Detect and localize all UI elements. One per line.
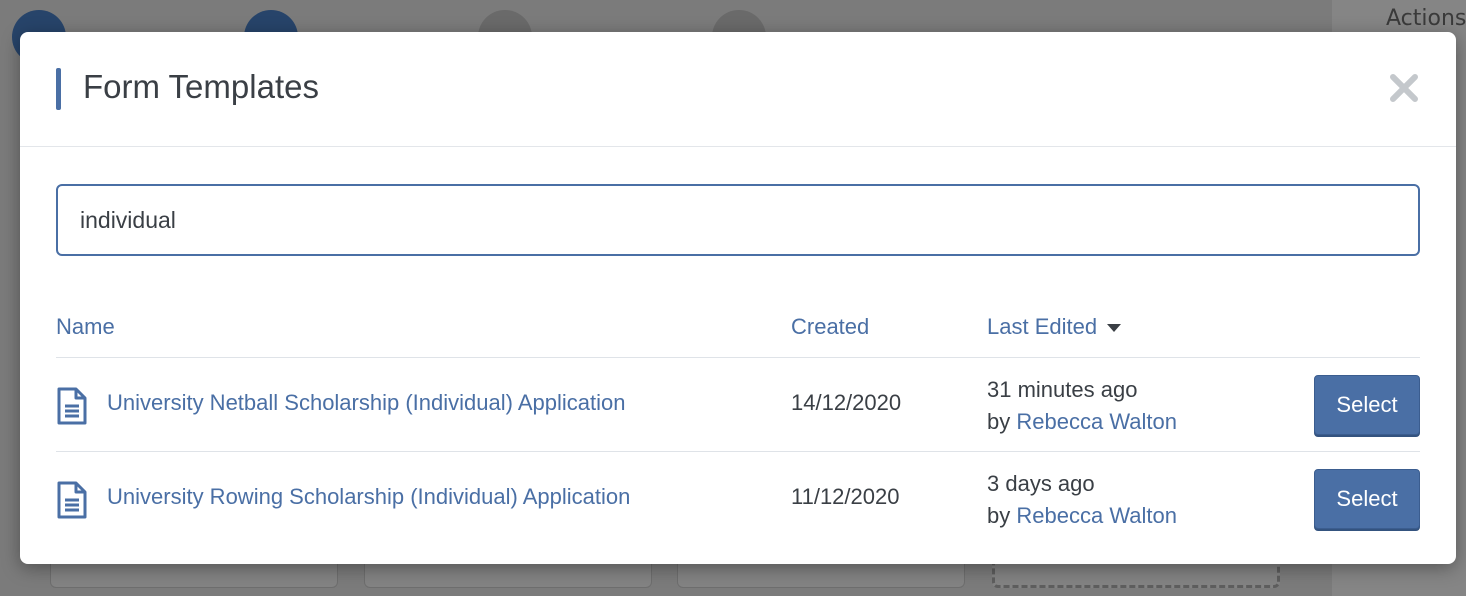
table-row: University Rowing Scholarship (Individua… [56, 452, 1420, 546]
templates-table: Name Created Last Edited University Netb… [56, 302, 1420, 546]
last-edited-by: by Rebecca Walton [987, 406, 1177, 438]
column-header-created[interactable]: Created [791, 314, 869, 340]
last-edited-info: 3 days ago by Rebecca Walton [987, 468, 1177, 532]
last-edited-info: 31 minutes ago by Rebecca Walton [987, 374, 1177, 438]
column-header-last-edited[interactable]: Last Edited [987, 314, 1122, 340]
title-accent-bar [56, 68, 61, 110]
created-date: 11/12/2020 [791, 484, 900, 509]
last-edited-by: by Rebecca Walton [987, 500, 1177, 532]
created-date: 14/12/2020 [791, 390, 902, 415]
column-header-name[interactable]: Name [56, 314, 115, 340]
sort-descending-icon [1107, 324, 1122, 332]
search-input[interactable] [56, 184, 1420, 256]
last-edited-time: 31 minutes ago [987, 377, 1138, 402]
form-templates-modal: Form Templates Name Created Last Edited … [20, 32, 1456, 564]
close-icon[interactable] [1388, 72, 1420, 104]
table-row: University Netball Scholarship (Individu… [56, 358, 1420, 452]
document-icon [57, 481, 87, 519]
template-name-link[interactable]: University Rowing Scholarship (Individua… [107, 484, 630, 510]
table-header: Name Created Last Edited [56, 302, 1420, 358]
by-prefix: by [987, 409, 1011, 434]
template-name-link[interactable]: University Netball Scholarship (Individu… [107, 390, 625, 416]
editor-name-link[interactable]: Rebecca Walton [1016, 503, 1177, 528]
editor-name-link[interactable]: Rebecca Walton [1016, 409, 1177, 434]
document-icon [57, 387, 87, 425]
last-edited-time: 3 days ago [987, 471, 1095, 496]
search-field-wrapper [56, 184, 1420, 256]
modal-title: Form Templates [83, 68, 319, 105]
select-button[interactable]: Select [1314, 375, 1420, 435]
by-prefix: by [987, 503, 1011, 528]
select-button[interactable]: Select [1314, 469, 1420, 529]
column-header-last-edited-label: Last Edited [987, 314, 1098, 339]
modal-header: Form Templates [20, 32, 1456, 147]
actions-heading: Actions [1386, 6, 1466, 31]
